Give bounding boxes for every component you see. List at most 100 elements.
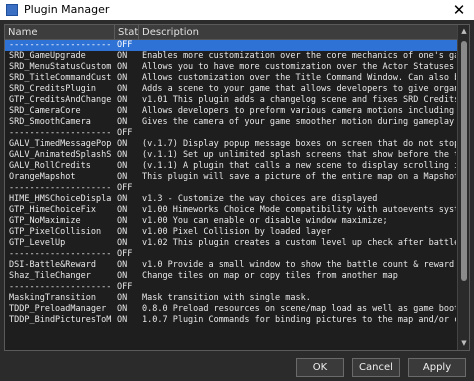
plugin-row[interactable]: GALV_RollCredits ON (v.1.1) A plugin that … [5, 161, 457, 172]
plugin-name: GTP_PixelCollision [9, 227, 102, 237]
plugin-status: OFF [117, 40, 133, 50]
plugin-row[interactable]: SRD_GameUpgrade ON Enables more customizat… [5, 51, 457, 62]
plugin-name: ---------------------- [9, 128, 112, 138]
cancel-button[interactable]: Cancel [352, 358, 400, 377]
plugin-status: ON [117, 51, 128, 61]
plugin-description: Mask transition with single mask. [142, 293, 311, 303]
plugin-row[interactable]: ---------------------- OFF [5, 40, 457, 51]
plugin-row[interactable]: SRD_MenuStatusCustomi… ON Allows you to ha… [5, 62, 457, 73]
plugin-description: v1.3 - Customize the way choices are dis… [142, 194, 378, 204]
plugin-name: SRD_TitleCommandCusto… [9, 73, 112, 83]
plugin-row[interactable]: SRD_CreditsPlugin ON Adds a scene to your … [5, 84, 457, 95]
column-header-description[interactable]: Description [139, 25, 457, 40]
plugin-status: ON [117, 271, 128, 281]
plugin-name: Shaz_TileChanger [9, 271, 91, 281]
plugin-description: (v.1.7) Display popup message boxes on s… [142, 139, 456, 149]
plugin-description: Allows you to have more customization ov… [142, 62, 456, 72]
plugin-status: ON [117, 227, 128, 237]
plugin-description: This plugin will save a picture of the e… [142, 172, 456, 182]
plugin-description [142, 282, 456, 293]
plugin-name: GTP_LevelUp [9, 238, 66, 248]
plugin-status: ON [117, 260, 128, 270]
window-title: Plugin Manager [24, 3, 110, 16]
plugin-description: 0.8.0 Preload resources on scene/map loa… [142, 304, 456, 314]
plugin-description: Change tiles on map or copy tiles from a… [142, 271, 398, 281]
plugin-row[interactable]: ---------------------- OFF [5, 249, 457, 260]
plugin-row[interactable]: Shaz_TileChanger ON Change tiles on map or… [5, 271, 457, 282]
plugin-description: 1.0.7 Plugin Commands for binding pictur… [142, 315, 456, 325]
plugin-name: MaskingTransition [9, 293, 96, 303]
plugin-row[interactable]: SRD_CameraCore ON Allows developers to pre… [5, 106, 457, 117]
plugin-row[interactable]: TDDP_PreloadManager ON 0.8.0 Preload resou… [5, 304, 457, 315]
plugin-description: v1.00 Himeworks Choice Mode compatibilit… [142, 205, 456, 215]
plugin-status: ON [117, 117, 128, 127]
plugin-row[interactable]: ---------------------- OFF [5, 282, 457, 293]
plugin-status: OFF [117, 282, 133, 292]
scroll-up-icon[interactable]: ▲ [458, 25, 469, 38]
plugin-description: (v.1.1) A plugin that calls a new scene … [142, 161, 456, 171]
plugin-name: TDDP_PreloadManager [9, 304, 107, 314]
plugin-name: SRD_SmoothCamera [9, 117, 91, 127]
column-header-name[interactable]: Name [5, 25, 115, 40]
plugin-list[interactable]: Name Status Description ----------------… [4, 24, 470, 351]
plugin-status: ON [117, 172, 128, 182]
plugin-row[interactable]: SRD_SmoothCamera ON Gives the camera of yo… [5, 117, 457, 128]
plugin-description: v1.00 Pixel Collision by loaded layer [142, 227, 332, 237]
plugin-description: v1.02 This plugin creates a custom level… [142, 238, 456, 248]
plugin-row[interactable] [5, 337, 457, 348]
plugin-row[interactable]: GALV_TimedMessagePopups ON (v.1.7) Display… [5, 139, 457, 150]
plugin-row[interactable]: ---------------------- OFF [5, 183, 457, 194]
plugin-name: SRD_MenuStatusCustomi… [9, 62, 112, 72]
plugin-status: ON [117, 216, 128, 226]
plugin-name: SRD_CameraCore [9, 106, 81, 116]
ok-button[interactable]: OK [296, 358, 344, 377]
close-icon[interactable]: ✕ [450, 1, 468, 19]
apply-button[interactable]: Apply [408, 358, 466, 377]
plugin-row[interactable]: GTP_PixelCollision ON v1.00 Pixel Collisio… [5, 227, 457, 238]
plugin-row[interactable]: SRD_TitleCommandCusto… ON Allows customiza… [5, 73, 457, 84]
plugin-row[interactable] [5, 326, 457, 337]
plugin-name: GALV_AnimatedSplashSc… [9, 150, 112, 160]
plugin-row[interactable]: HIME_HMSChoiceDisplay… ON v1.3 - Customize… [5, 194, 457, 205]
plugin-description [142, 183, 456, 194]
plugin-row[interactable]: DSI-Battle&Reward ON v1.0 Provide a small … [5, 260, 457, 271]
plugin-name: GTP_NoMaximize [9, 216, 81, 226]
plugin-row[interactable]: GTP_CreditsAndChangelog ON v1.01 This plug… [5, 95, 457, 106]
plugin-status: ON [117, 304, 128, 314]
plugin-row[interactable]: GTP_NoMaximize ON v1.00 You can enable or … [5, 216, 457, 227]
plugin-status: ON [117, 205, 128, 215]
scrollbar-thumb[interactable] [461, 41, 467, 281]
plugin-status: ON [117, 62, 128, 72]
plugin-description: Allows developers to preform various cam… [142, 106, 456, 116]
plugin-description [142, 128, 456, 139]
plugin-description: Gives the camera of your game smoother m… [142, 117, 456, 127]
plugin-status: OFF [117, 183, 133, 193]
plugin-status: ON [117, 238, 128, 248]
plugin-status: ON [117, 73, 128, 83]
plugin-name: TDDP_BindPicturesToMap [9, 315, 112, 325]
plugin-name [9, 337, 112, 348]
plugin-name: ---------------------- [9, 249, 112, 259]
plugin-row[interactable]: TDDP_BindPicturesToMap ON 1.0.7 Plugin Com… [5, 315, 457, 326]
plugin-row[interactable]: ---------------------- OFF [5, 128, 457, 139]
plugin-row[interactable]: GTP_HimeChoiceFix ON v1.00 Himeworks Choic… [5, 205, 457, 216]
plugin-name: GALV_RollCredits [9, 161, 91, 171]
plugin-status: ON [117, 95, 128, 105]
plugin-row[interactable]: OrangeMapshot ON This plugin will save a p… [5, 172, 457, 183]
plugin-name: GTP_CreditsAndChangelog [9, 95, 112, 105]
plugin-name: ---------------------- [9, 183, 112, 193]
plugin-row[interactable]: GTP_LevelUp ON v1.02 This plugin creates a… [5, 238, 457, 249]
plugin-row[interactable]: GALV_AnimatedSplashSc… ON (v.1.1) Set up u… [5, 150, 457, 161]
column-header-row: Name Status Description [5, 25, 457, 40]
plugin-status: OFF [117, 128, 133, 138]
plugin-status [117, 326, 139, 337]
plugin-description [142, 326, 456, 337]
plugin-row[interactable]: MaskingTransition ON Mask transition with … [5, 293, 457, 304]
plugin-status: ON [117, 84, 128, 94]
plugin-status: ON [117, 161, 128, 171]
vertical-scrollbar[interactable]: ▲ ▼ [457, 25, 469, 350]
title-bar: Plugin Manager ✕ [0, 0, 474, 20]
scroll-down-icon[interactable]: ▼ [458, 337, 469, 350]
column-header-status[interactable]: Status [115, 25, 139, 40]
plugin-name: ---------------------- [9, 282, 112, 292]
